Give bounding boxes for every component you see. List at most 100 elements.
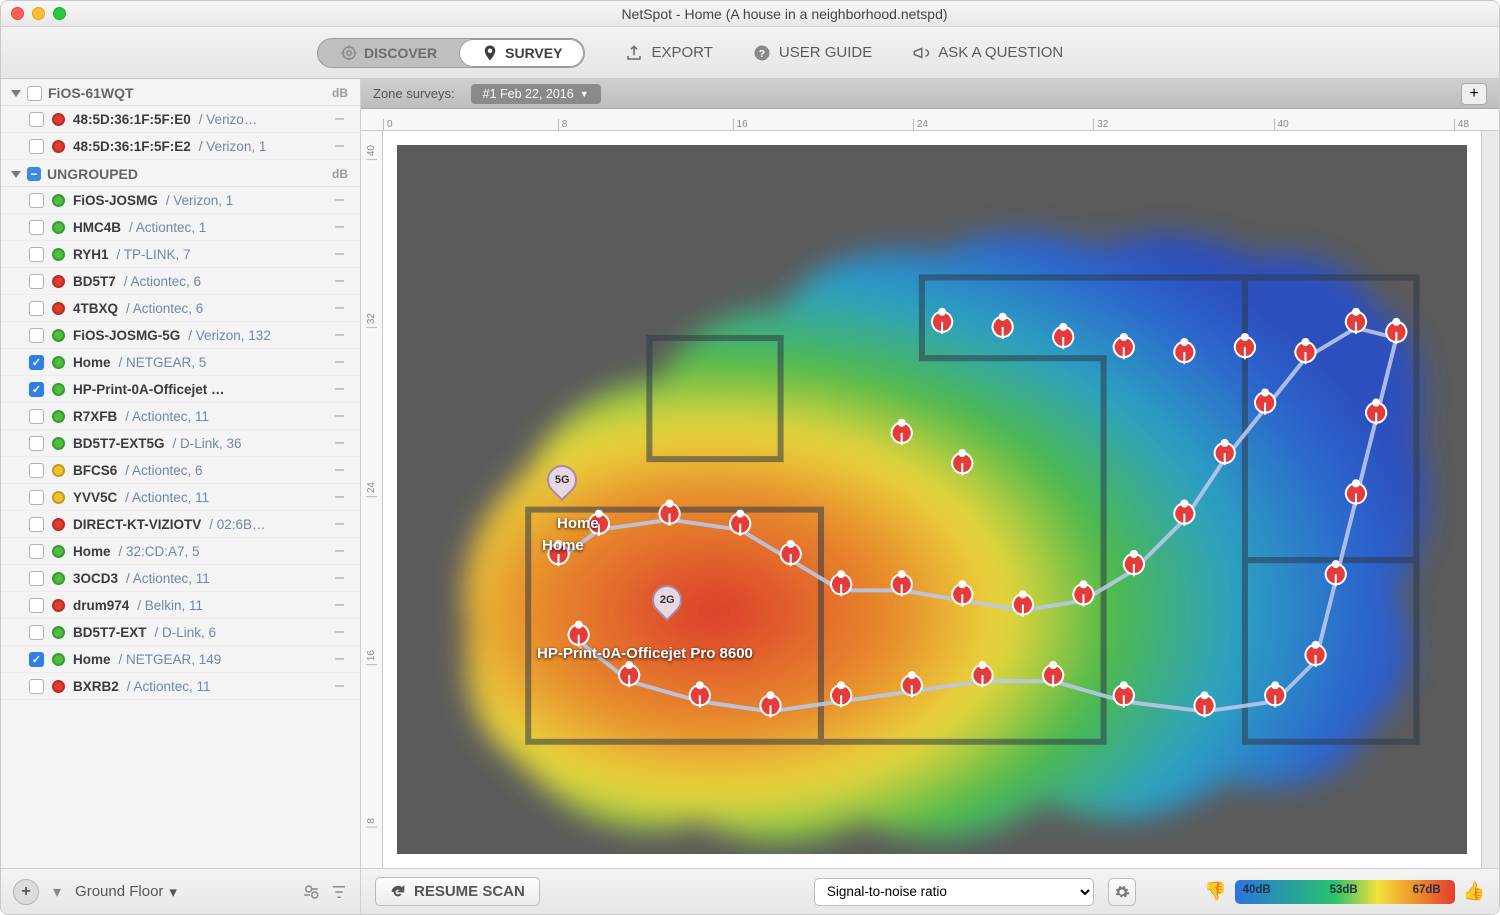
network-row[interactable]: 48:5D:36:1F:5F:E0 / Verizo…– [1,106,360,133]
main-panel: Zone surveys: #1 Feb 22, 2016 ▼ + 081624… [361,79,1499,914]
checkbox[interactable] [29,355,44,370]
heatmap-svg [397,145,1467,854]
checkbox[interactable] [29,409,44,424]
visualization-select[interactable]: Signal-to-noise ratio [814,878,1094,906]
network-row[interactable]: Home / NETGEAR, 5– [1,349,360,376]
filter-icon[interactable] [330,883,348,901]
resume-scan-button[interactable]: RESUME SCAN [375,877,540,906]
checkbox[interactable] [29,436,44,451]
value-placeholder: – [335,245,348,263]
ruler-tick: 16 [733,119,748,130]
export-button[interactable]: EXPORT [625,44,712,62]
floor-selector[interactable]: Ground Floor ▾ [75,883,177,901]
window-controls [11,7,66,20]
network-list[interactable]: FiOS-61WQTdB48:5D:36:1F:5F:E0 / Verizo…–… [1,79,360,868]
signal-dot-icon [52,194,65,207]
checkbox[interactable] [29,463,44,478]
value-placeholder: – [335,218,348,236]
checkbox[interactable] [29,112,44,127]
checkbox[interactable] [29,274,44,289]
zone-selected: #1 Feb 22, 2016 [483,87,574,101]
checkbox[interactable] [27,86,42,101]
value-placeholder: – [335,542,348,560]
network-row[interactable]: Home / NETGEAR, 149– [1,646,360,673]
network-row[interactable]: drum974 / Belkin, 11– [1,592,360,619]
scrollbar-vertical[interactable] [1481,131,1499,868]
checkbox[interactable] [29,544,44,559]
network-row[interactable]: FiOS-JOSMG-5G / Verizon, 132– [1,322,360,349]
network-meta: / Actiontec, 1 [129,220,206,235]
survey-label: SURVEY [505,45,562,61]
add-zone-button[interactable]: + [1461,83,1487,105]
checkbox[interactable] [29,301,44,316]
identify-icon[interactable] [302,883,320,901]
minimize-icon[interactable] [32,7,45,20]
network-row[interactable]: R7XFB / Actiontec, 11– [1,403,360,430]
discover-tab[interactable]: DISCOVER [318,39,459,67]
network-row[interactable]: Home / 32:CD:A7, 5– [1,538,360,565]
network-row[interactable]: BD5T7-EXT / D-Link, 6– [1,619,360,646]
close-icon[interactable] [11,7,24,20]
floor-label: Ground Floor [75,883,163,900]
signal-dot-icon [52,653,65,666]
value-placeholder: – [335,299,348,317]
network-meta: / Actiontec, 6 [126,301,203,316]
network-row[interactable]: 3OCD3 / Actiontec, 11– [1,565,360,592]
user-guide-label: USER GUIDE [779,44,872,61]
checkbox[interactable] [29,220,44,235]
network-row[interactable]: 48:5D:36:1F:5F:E2 / Verizon, 1– [1,133,360,160]
network-row[interactable]: BFCS6 / Actiontec, 6– [1,457,360,484]
checkbox[interactable] [29,139,44,154]
network-row[interactable]: 4TBXQ / Actiontec, 6– [1,295,360,322]
user-guide-button[interactable]: ? USER GUIDE [753,44,872,62]
ask-question-button[interactable]: ASK A QUESTION [912,44,1063,62]
network-row[interactable]: FiOS-JOSMG / Verizon, 1– [1,187,360,214]
checkbox[interactable] [29,247,44,262]
visualization-settings-button[interactable] [1108,878,1136,906]
network-group-header[interactable]: −UNGROUPEDdB [1,160,360,187]
checkbox[interactable] [29,490,44,505]
survey-tab[interactable]: SURVEY [459,39,584,67]
signal-dot-icon [52,140,65,153]
signal-dot-icon [52,275,65,288]
checkbox[interactable] [29,382,44,397]
network-meta: / Verizon, 1 [166,193,234,208]
network-name: YVV5C [73,490,117,505]
network-row[interactable]: DIRECT-KT-VIZIOTV / 02:6B…– [1,511,360,538]
network-row[interactable]: HMC4B / Actiontec, 1– [1,214,360,241]
add-button[interactable]: + [13,879,39,905]
window-title: NetSpot - Home (A house in a neighborhoo… [80,6,1489,22]
checkbox[interactable] [29,517,44,532]
thumb-up-icon[interactable]: 👍 [1463,881,1485,902]
network-name: R7XFB [73,409,117,424]
network-row[interactable]: RYH1 / TP-LINK, 7– [1,241,360,268]
network-row[interactable]: HP-Print-0A-Officejet Pro 8…– [1,376,360,403]
legend-high: 67dB [1413,884,1441,896]
ruler-tick: 32 [366,313,377,328]
checkbox[interactable] [29,571,44,586]
value-placeholder: – [335,461,348,479]
minus-box-icon: − [27,167,41,181]
heatmap-canvas[interactable]: 5G 2G Home Home HP-Print-0A-Officejet Pr… [383,131,1481,868]
thumb-down-icon[interactable]: 👎 [1204,881,1226,902]
checkbox[interactable] [29,679,44,694]
network-row[interactable]: BXRB2 / Actiontec, 11– [1,673,360,700]
ruler-tick: 48 [1454,119,1469,130]
unit-label: dB [332,167,348,181]
value-placeholder: – [335,434,348,452]
checkbox[interactable] [29,598,44,613]
ruler-tick: 16 [366,650,377,665]
network-row[interactable]: YVV5C / Actiontec, 11– [1,484,360,511]
zone-selector[interactable]: #1 Feb 22, 2016 ▼ [471,84,601,104]
checkbox[interactable] [29,328,44,343]
network-group-header[interactable]: FiOS-61WQTdB [1,79,360,106]
pin-icon [481,44,499,62]
network-row[interactable]: BD5T7 / Actiontec, 6– [1,268,360,295]
checkbox[interactable] [29,652,44,667]
gear-icon [1114,884,1130,900]
signal-dot-icon [52,545,65,558]
checkbox[interactable] [29,193,44,208]
network-row[interactable]: BD5T7-EXT5G / D-Link, 36– [1,430,360,457]
checkbox[interactable] [29,625,44,640]
zoom-icon[interactable] [53,7,66,20]
